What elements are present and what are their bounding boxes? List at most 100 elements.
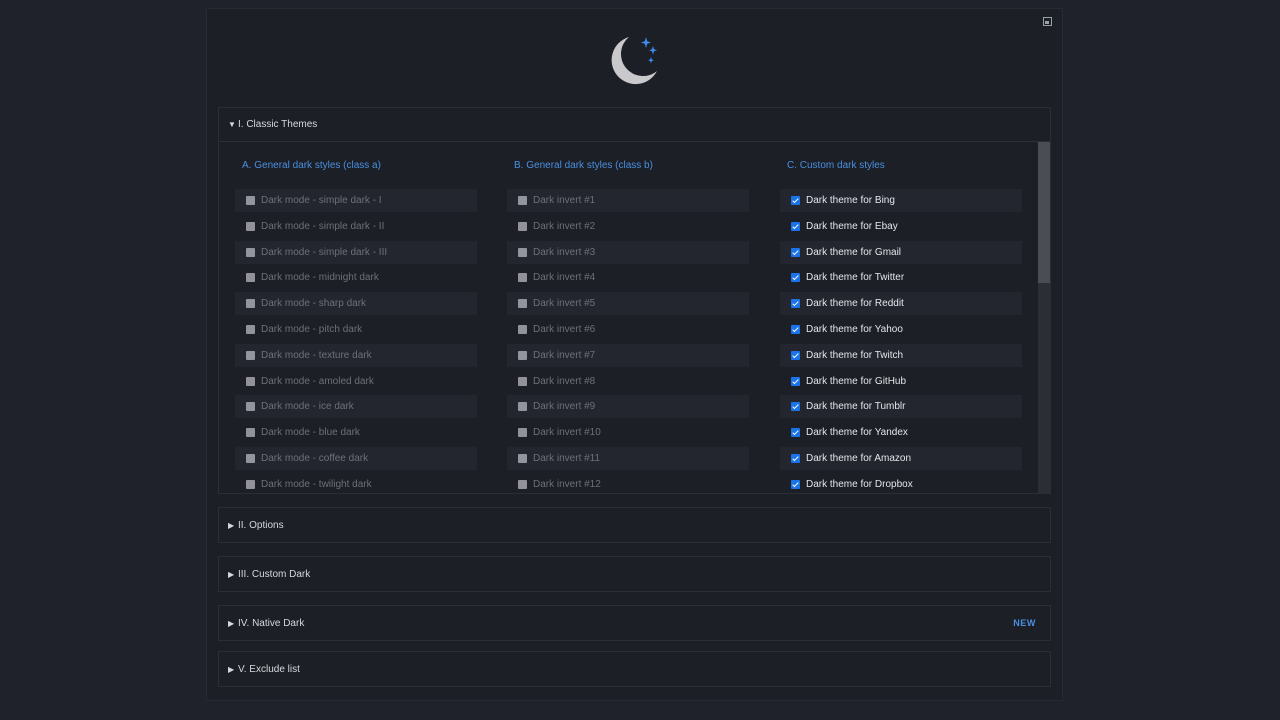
theme-option-label: Dark invert #10 [533,427,601,439]
theme-option[interactable]: Dark theme for Tumblr [780,395,1022,419]
classic-themes-header[interactable]: ▼ I. Classic Themes [219,108,1050,142]
checkbox-checked[interactable] [791,221,800,231]
popup-panel: ▼ I. Classic Themes A. General dark styl… [206,8,1063,701]
theme-option[interactable]: Dark theme for GitHub [780,370,1022,393]
checkbox-unchecked[interactable] [518,221,527,231]
checkbox-unchecked[interactable] [246,299,255,309]
checkbox-unchecked[interactable] [518,247,527,257]
checkbox-unchecked[interactable] [518,428,527,438]
theme-option[interactable]: Dark invert #1 [507,189,749,212]
theme-option[interactable]: Dark invert #7 [507,343,749,367]
checkbox-checked[interactable] [791,402,800,412]
checkbox-unchecked[interactable] [246,221,255,231]
theme-option[interactable]: Dark invert #6 [507,318,749,341]
theme-option[interactable]: Dark mode - sharp dark [235,292,477,316]
exclude-list-header[interactable]: ▶ V. Exclude list [219,652,1050,686]
checkbox-checked[interactable] [791,376,800,386]
theme-option-label: Dark theme for Ebay [806,220,898,232]
scrollbar[interactable] [1038,142,1050,493]
custom-dark-header[interactable]: ▶ III. Custom Dark [219,557,1050,591]
checkbox-unchecked[interactable] [246,479,255,489]
theme-option[interactable]: Dark mode - amoled dark [235,370,477,393]
moon-stars-icon [611,37,657,85]
theme-option[interactable]: Dark theme for Gmail [780,240,1022,264]
theme-option[interactable]: Dark mode - texture dark [235,343,477,367]
checkbox-unchecked[interactable] [518,299,527,309]
section-title: III. Custom Dark [238,568,311,580]
section-title: IV. Native Dark [238,617,305,629]
theme-option[interactable]: Dark theme for Amazon [780,447,1022,470]
theme-option[interactable]: Dark mode - ice dark [235,395,477,419]
checkbox-unchecked[interactable] [246,402,255,412]
checkbox-checked[interactable] [791,273,800,283]
checkbox-checked[interactable] [791,350,800,360]
native-dark-header[interactable]: ▶ IV. Native Dark NEW [219,606,1050,640]
checkbox-unchecked[interactable] [518,454,527,463]
new-badge: NEW [1013,618,1036,628]
checkbox-unchecked[interactable] [518,325,527,334]
theme-option-label: Dark mode - twilight dark [261,478,372,490]
checkbox-unchecked[interactable] [518,350,527,360]
theme-option[interactable]: Dark invert #5 [507,292,749,316]
checkbox-checked[interactable] [791,299,800,309]
theme-option[interactable]: Dark theme for Dropbox [780,473,1022,493]
checkbox-unchecked[interactable] [518,479,527,489]
theme-option-label: Dark mode - ice dark [261,401,354,413]
checkbox-unchecked[interactable] [246,376,255,386]
theme-option-label: Dark theme for Tumblr [806,401,906,413]
theme-option[interactable]: Dark theme for Yandex [780,421,1022,444]
options-header[interactable]: ▶ II. Options [219,508,1050,542]
theme-option[interactable]: Dark invert #10 [507,421,749,444]
theme-option[interactable]: Dark mode - simple dark - I [235,189,477,212]
theme-option[interactable]: Dark theme for Reddit [780,292,1022,316]
checkbox-unchecked[interactable] [518,376,527,386]
theme-option[interactable]: Dark invert #8 [507,370,749,393]
expand-window-icon[interactable] [1043,17,1052,26]
checkbox-unchecked[interactable] [518,402,527,412]
theme-option[interactable]: Dark theme for Twitter [780,266,1022,289]
theme-option[interactable]: Dark mode - midnight dark [235,266,477,289]
theme-option-label: Dark mode - pitch dark [261,324,363,335]
caret-right-icon: ▶ [228,569,235,579]
scrollbar-thumb[interactable] [1038,142,1050,283]
theme-option[interactable]: Dark mode - pitch dark [235,318,477,341]
checkbox-checked[interactable] [791,454,800,463]
theme-option[interactable]: Dark theme for Yahoo [780,318,1022,341]
theme-option[interactable]: Dark theme for Bing [780,189,1022,212]
section-title: V. Exclude list [238,663,300,675]
theme-option-label: Dark theme for GitHub [806,375,907,387]
theme-option-label: Dark mode - amoled dark [261,375,374,387]
theme-option[interactable]: Dark theme for Twitch [780,343,1022,367]
classic-themes-body: A. General dark styles (class a) Dark mo… [219,142,1050,493]
classic-themes-section: ▼ I. Classic Themes A. General dark styl… [218,107,1051,494]
theme-option[interactable]: Dark mode - simple dark - III [235,240,477,264]
checkbox-unchecked[interactable] [246,273,255,283]
theme-option[interactable]: Dark invert #11 [507,447,749,470]
checkbox-checked[interactable] [791,479,800,489]
custom-dark-section: ▶ III. Custom Dark [218,556,1051,592]
checkbox-checked[interactable] [791,247,800,257]
theme-option[interactable]: Dark invert #9 [507,395,749,419]
theme-option[interactable]: Dark invert #4 [507,266,749,289]
checkbox-unchecked[interactable] [246,196,255,205]
theme-option[interactable]: Dark invert #12 [507,473,749,493]
checkbox-unchecked[interactable] [246,428,255,438]
checkbox-unchecked[interactable] [518,196,527,205]
theme-option[interactable]: Dark theme for Ebay [780,215,1022,238]
checkbox-checked[interactable] [791,428,800,438]
checkbox-checked[interactable] [791,196,800,205]
theme-option[interactable]: Dark invert #3 [507,240,749,264]
checkbox-unchecked[interactable] [246,325,255,334]
theme-option[interactable]: Dark mode - twilight dark [235,473,477,493]
theme-option-label: Dark theme for Yandex [806,427,908,439]
checkbox-unchecked[interactable] [246,350,255,360]
checkbox-checked[interactable] [791,325,800,334]
theme-option[interactable]: Dark invert #2 [507,215,749,238]
theme-option[interactable]: Dark mode - simple dark - II [235,215,477,238]
theme-option[interactable]: Dark mode - coffee dark [235,447,477,470]
theme-option-label: Dark theme for Yahoo [806,324,903,335]
checkbox-unchecked[interactable] [246,454,255,463]
theme-option[interactable]: Dark mode - blue dark [235,421,477,444]
checkbox-unchecked[interactable] [246,247,255,257]
checkbox-unchecked[interactable] [518,273,527,283]
